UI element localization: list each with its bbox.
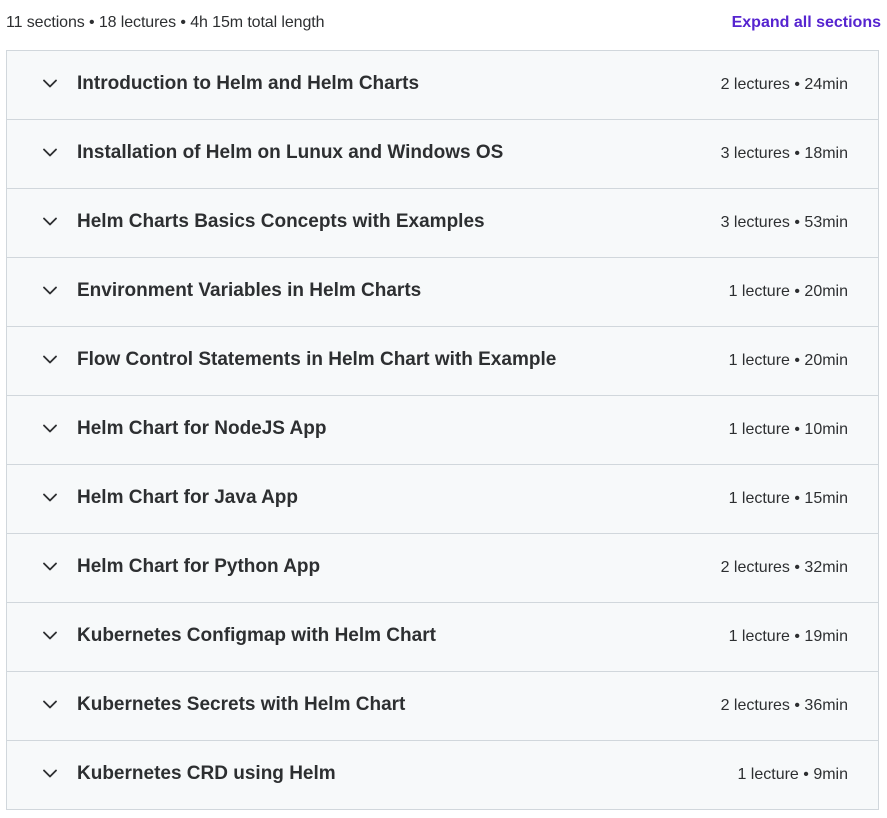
chevron-down-icon: [43, 490, 57, 504]
chevron-down-icon: [43, 283, 57, 297]
chevron-down-icon: [43, 697, 57, 711]
section-meta: 1 lecture • 10min: [728, 421, 848, 438]
chevron-down-icon: [43, 559, 57, 573]
section-title: Kubernetes Configmap with Helm Chart: [77, 625, 436, 646]
section-meta: 1 lecture • 20min: [728, 283, 848, 300]
curriculum-section[interactable]: Kubernetes CRD using Helm 1 lecture • 9m…: [7, 741, 878, 809]
curriculum-sections-list: Introduction to Helm and Helm Charts 2 l…: [6, 50, 879, 810]
curriculum-section[interactable]: Helm Charts Basics Concepts with Example…: [7, 189, 878, 258]
section-title: Helm Chart for Python App: [77, 556, 321, 577]
curriculum-section[interactable]: Installation of Helm on Lunux and Window…: [7, 120, 878, 189]
curriculum-section[interactable]: Kubernetes Configmap with Helm Chart 1 l…: [7, 603, 878, 672]
curriculum-section[interactable]: Flow Control Statements in Helm Chart wi…: [7, 327, 878, 396]
chevron-down-icon: [43, 76, 57, 90]
section-meta: 1 lecture • 9min: [737, 766, 848, 783]
section-meta: 3 lectures • 53min: [720, 214, 848, 231]
chevron-down-icon: [43, 352, 57, 366]
curriculum-section[interactable]: Helm Chart for NodeJS App 1 lecture • 10…: [7, 396, 878, 465]
section-title: Environment Variables in Helm Charts: [77, 280, 422, 301]
section-meta: 2 lectures • 32min: [720, 559, 848, 576]
expand-all-sections-button[interactable]: Expand all sections: [732, 14, 881, 32]
curriculum-section[interactable]: Helm Chart for Python App 2 lectures • 3…: [7, 534, 878, 603]
section-title: Installation of Helm on Lunux and Window…: [77, 142, 504, 163]
chevron-down-icon: [43, 145, 57, 159]
chevron-down-icon: [43, 421, 57, 435]
chevron-down-icon: [43, 214, 57, 228]
section-meta: 2 lectures • 24min: [720, 76, 848, 93]
section-title: Helm Charts Basics Concepts with Example…: [77, 211, 485, 232]
curriculum-section[interactable]: Helm Chart for Java App 1 lecture • 15mi…: [7, 465, 878, 534]
section-meta: 2 lectures • 36min: [720, 697, 848, 714]
curriculum-section[interactable]: Kubernetes Secrets with Helm Chart 2 lec…: [7, 672, 878, 741]
section-title: Introduction to Helm and Helm Charts: [77, 73, 420, 94]
section-meta: 1 lecture • 20min: [728, 352, 848, 369]
section-meta: 3 lectures • 18min: [720, 145, 848, 162]
section-title: Kubernetes CRD using Helm: [77, 763, 336, 784]
curriculum-section[interactable]: Introduction to Helm and Helm Charts 2 l…: [7, 51, 878, 120]
section-title: Flow Control Statements in Helm Chart wi…: [77, 349, 557, 370]
chevron-down-icon: [43, 766, 57, 780]
section-title: Helm Chart for NodeJS App: [77, 418, 327, 439]
curriculum-summary: 11 sections • 18 lectures • 4h 15m total…: [6, 14, 325, 31]
section-meta: 1 lecture • 15min: [728, 490, 848, 507]
section-title: Helm Chart for Java App: [77, 487, 299, 508]
section-meta: 1 lecture • 19min: [728, 628, 848, 645]
chevron-down-icon: [43, 628, 57, 642]
curriculum-summary-bar: 11 sections • 18 lectures • 4h 15m total…: [0, 0, 887, 50]
section-title: Kubernetes Secrets with Helm Chart: [77, 694, 406, 715]
curriculum-section[interactable]: Environment Variables in Helm Charts 1 l…: [7, 258, 878, 327]
